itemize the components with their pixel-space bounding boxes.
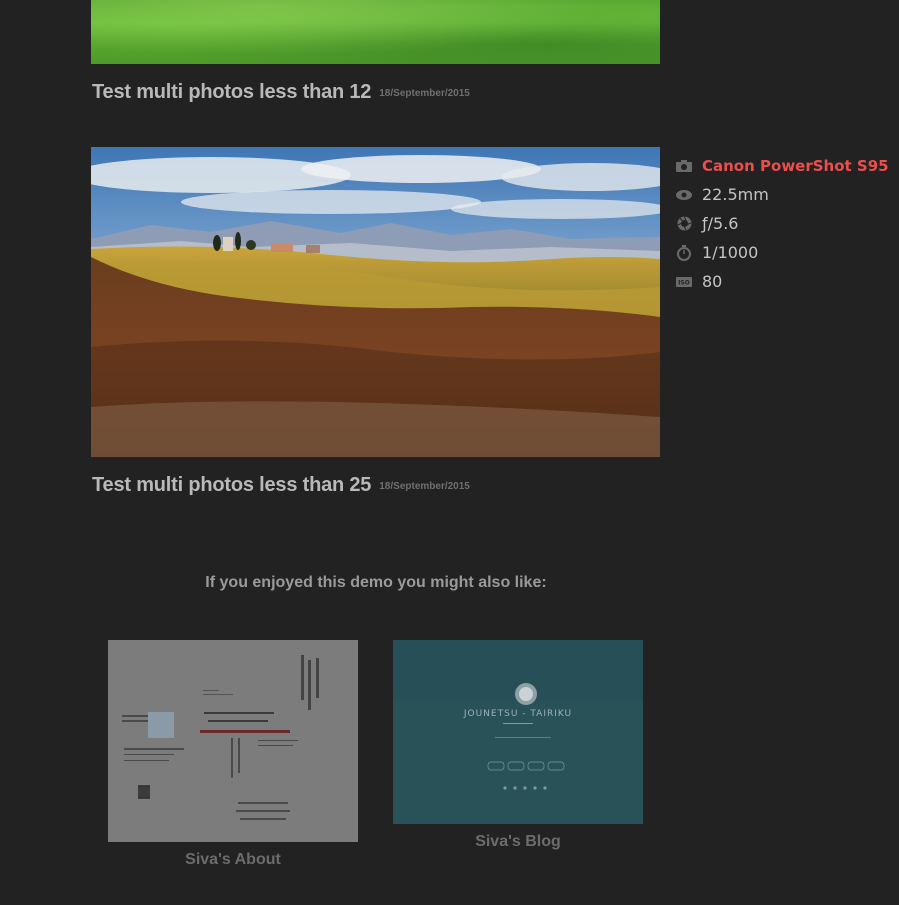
about-thumbnail (108, 640, 358, 842)
focal-length-value: 22.5mm (702, 185, 769, 204)
exif-camera: Canon PowerShot S95 (676, 151, 889, 180)
iso-value: 80 (702, 272, 723, 291)
post-date: 18/September/2015 (379, 88, 470, 99)
post-title-text: Test multi photos less than 12 (92, 81, 372, 103)
shutter-value: 1/1000 (702, 243, 759, 262)
post-date: 18/September/2015 (379, 481, 470, 492)
related-card-about[interactable]: Siva's About (108, 640, 358, 869)
svg-text:ISO: ISO (678, 279, 690, 286)
about-card-label[interactable]: Siva's About (108, 851, 358, 869)
post-title[interactable]: Test multi photos less than 25 18/Septemb… (92, 474, 470, 497)
exif-panel: Canon PowerShot S95 22.5mm ƒ/5.6 1/1000 … (676, 151, 889, 296)
aperture-value: ƒ/5.6 (702, 214, 739, 233)
post-photo-green-fields[interactable] (91, 0, 660, 64)
stopwatch-icon (676, 244, 692, 261)
exif-aperture: ƒ/5.6 (676, 209, 889, 238)
post-title[interactable]: Test multi photos less than 12 18/Septemb… (92, 81, 470, 104)
exif-iso: ISO 80 (676, 267, 889, 296)
exif-focal-length: 22.5mm (676, 180, 889, 209)
post-photo-landscape[interactable] (91, 147, 660, 457)
photo-shading (91, 0, 660, 64)
iso-icon: ISO (676, 274, 692, 290)
eye-icon (676, 187, 692, 203)
exif-shutter: 1/1000 (676, 238, 889, 267)
landscape-image (91, 147, 660, 457)
blog-thumbnail: JOUNETSU - TAIRIKU (393, 640, 643, 824)
related-card-blog[interactable]: JOUNETSU - TAIRIKU Siva's Blog (393, 640, 643, 851)
aperture-icon (676, 216, 692, 232)
blog-thumb-title: JOUNETSU - TAIRIKU (463, 709, 572, 719)
related-heading: If you enjoyed this demo you might also … (205, 574, 547, 591)
blog-card-label[interactable]: Siva's Blog (393, 833, 643, 851)
camera-model: Canon PowerShot S95 (702, 156, 889, 175)
camera-icon (676, 158, 692, 174)
post-title-text: Test multi photos less than 25 (92, 474, 372, 496)
